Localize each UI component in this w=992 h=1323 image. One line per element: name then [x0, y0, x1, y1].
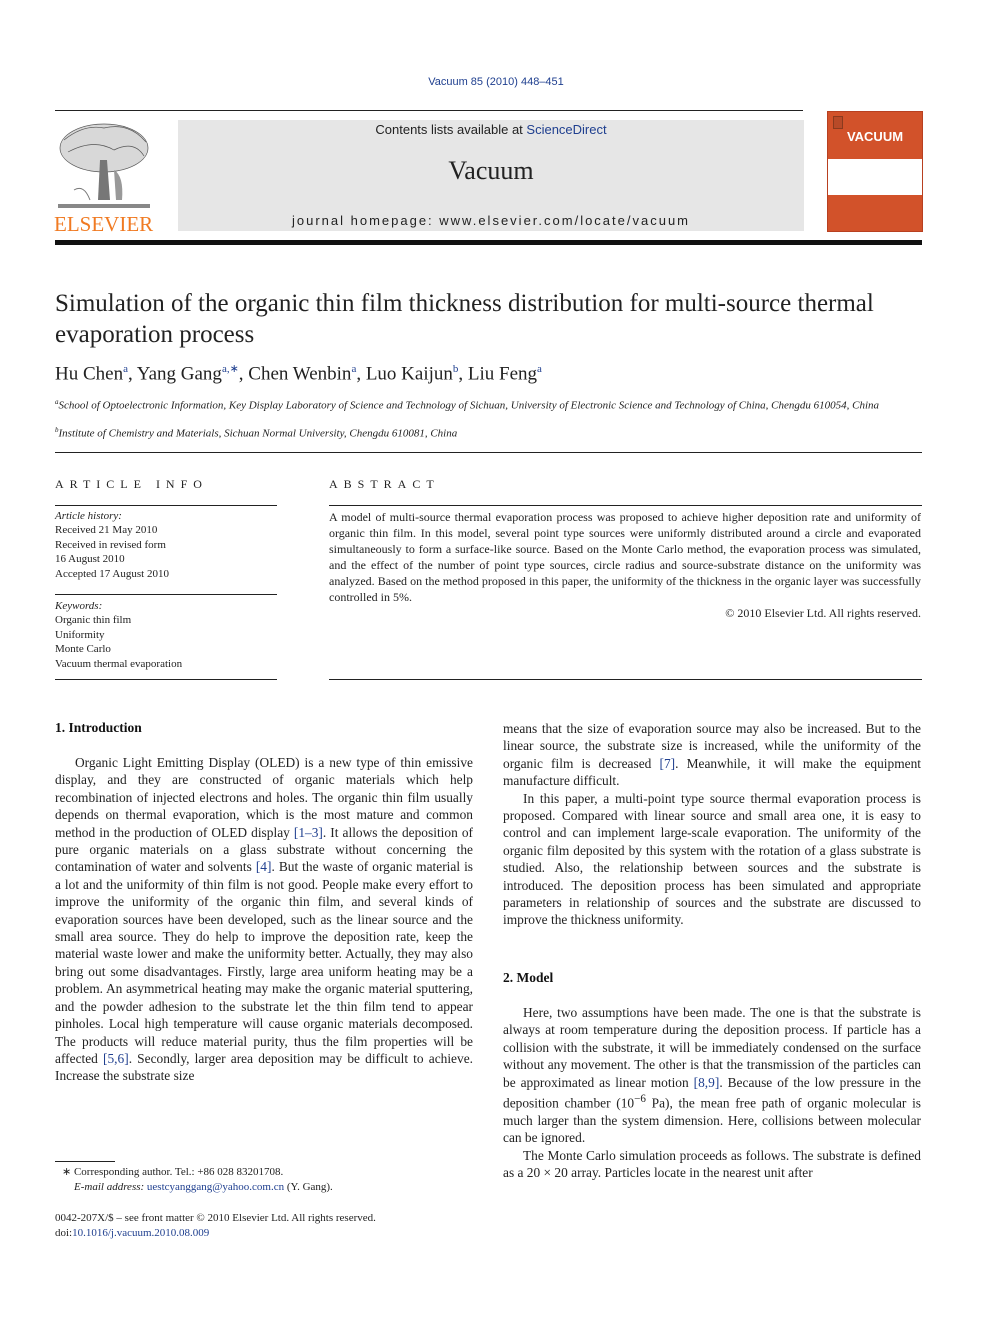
history-label: Article history:: [55, 510, 122, 522]
introduction-paragraph: Organic Light Emitting Display (OLED) is…: [55, 754, 473, 1085]
reference-link[interactable]: [8,9]: [694, 1075, 720, 1090]
cover-white-band: [828, 159, 922, 195]
author-affiliation-mark[interactable]: b: [453, 363, 459, 375]
keywords: Keywords: Organic thin film Uniformity M…: [55, 599, 277, 671]
abstract-bottom-rule: [329, 679, 922, 680]
keywords-rule: [55, 594, 277, 595]
keyword: Vacuum thermal evaporation: [55, 657, 183, 670]
author-affiliation-mark[interactable]: a: [351, 363, 356, 375]
author-affiliation-mark[interactable]: a,∗: [222, 363, 239, 375]
email-link[interactable]: uestcyanggang@yahoo.com.cn: [147, 1181, 284, 1193]
affiliation-a: aSchool of Optoelectronic Information, K…: [55, 395, 915, 413]
keyword: Organic thin film: [55, 614, 132, 627]
exponent: −6: [634, 1093, 646, 1106]
journal-banner: Contents lists available at ScienceDirec…: [178, 120, 804, 231]
affiliation-b: bInstitute of Chemistry and Materials, S…: [55, 423, 915, 441]
doi-link[interactable]: 10.1016/j.vacuum.2010.08.009: [72, 1227, 209, 1239]
article-info-rule: [55, 505, 277, 506]
contents-prefix: Contents lists available at: [375, 122, 527, 137]
front-matter-note: 0042-207X/$ – see front matter © 2010 El…: [55, 1211, 376, 1241]
history-item: Accepted 17 August 2010: [55, 567, 169, 580]
introduction-continued: means that the size of evaporation sourc…: [503, 720, 921, 929]
abstract-rule: [329, 505, 922, 506]
history-item: 16 August 2010: [55, 553, 125, 566]
history-item: Received in revised form: [55, 538, 166, 551]
keyword: Uniformity: [55, 628, 105, 641]
journal-citation[interactable]: Vacuum 85 (2010) 448–451: [0, 76, 992, 88]
header-rule: [55, 110, 803, 111]
cover-logo-icon: [833, 116, 843, 129]
contents-line: Contents lists available at ScienceDirec…: [178, 122, 804, 137]
keyword: Monte Carlo: [55, 643, 111, 656]
author-affiliation-mark[interactable]: a: [123, 363, 128, 375]
article-info-heading: ARTICLE INFO: [55, 477, 208, 491]
email-suffix: (Y. Gang).: [284, 1181, 333, 1193]
article-info-bottom-rule: [55, 679, 277, 680]
author-affiliation-mark[interactable]: a: [537, 363, 542, 375]
author-name: Yang Gang: [136, 363, 222, 385]
body-text: . But the waste of organic material is a…: [55, 859, 473, 1066]
affiliation-rule: [55, 452, 922, 453]
introduction-paragraph-2: In this paper, a multi-point type source…: [503, 790, 921, 928]
author-list: Hu Chena, Yang Ganga,∗, Chen Wenbina, Lu…: [55, 363, 542, 385]
corresponding-author-text: ∗ Corresponding author. Tel.: +86 028 83…: [62, 1166, 284, 1178]
affiliation-text: School of Optoelectronic Information, Ke…: [58, 399, 880, 412]
section-heading-introduction: 1. Introduction: [55, 720, 142, 735]
email-label: E-mail address:: [74, 1181, 147, 1193]
reference-link[interactable]: [5,6]: [103, 1051, 129, 1066]
abstract-text: A model of multi-source thermal evaporat…: [329, 510, 921, 604]
corresponding-author-note: ∗ Corresponding author. Tel.: +86 028 83…: [62, 1165, 333, 1195]
author-name: Liu Feng: [467, 363, 538, 385]
footnote-rule: [55, 1161, 115, 1162]
keywords-label: Keywords:: [55, 600, 103, 612]
elsevier-wordmark: ELSEVIER: [54, 212, 154, 236]
article-title: Simulation of the organic thin film thic…: [55, 290, 874, 348]
doi-label: doi:: [55, 1227, 73, 1239]
history-item: Received 21 May 2010: [55, 524, 158, 537]
sciencedirect-link[interactable]: ScienceDirect: [526, 122, 606, 137]
author-name: Hu Chen: [55, 363, 124, 385]
front-matter-text: 0042-207X/$ – see front matter © 2010 El…: [55, 1212, 376, 1224]
section-heading-model: 2. Model: [503, 970, 554, 985]
journal-title: Vacuum: [448, 156, 534, 185]
author-name: Chen Wenbin: [248, 363, 352, 385]
cover-title: VACUUM: [846, 129, 904, 144]
abstract: A model of multi-source thermal evaporat…: [329, 509, 921, 621]
reference-link[interactable]: [7]: [659, 756, 675, 771]
abstract-heading: ABSTRACT: [329, 477, 440, 491]
reference-link[interactable]: [1–3]: [294, 825, 323, 840]
header-thick-rule: [55, 240, 922, 245]
article-history: Article history: Received 21 May 2010 Re…: [55, 509, 277, 581]
model-paragraph-2: The Monte Carlo simulation proceeds as f…: [503, 1147, 921, 1181]
model-section: Here, two assumptions have been made. Th…: [503, 1004, 921, 1182]
journal-homepage[interactable]: journal homepage: www.elsevier.com/locat…: [178, 213, 804, 228]
abstract-copyright: © 2010 Elsevier Ltd. All rights reserved…: [725, 606, 921, 620]
reference-link[interactable]: [4]: [256, 859, 272, 874]
author-name: Luo Kaijun: [365, 363, 453, 385]
journal-cover-image: VACUUM: [827, 111, 923, 232]
affiliation-text: Institute of Chemistry and Materials, Si…: [58, 427, 458, 440]
